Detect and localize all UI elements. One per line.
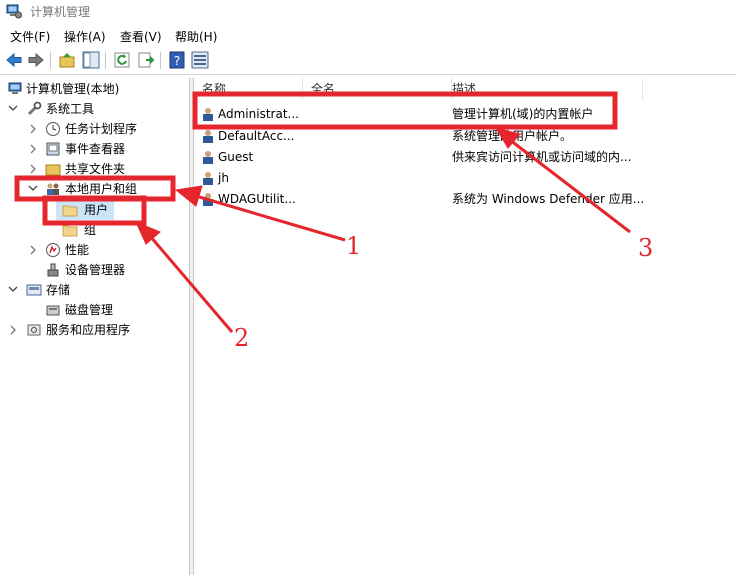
table-row[interactable]: DefaultAcc... 系统管理的用户帐户。 bbox=[194, 126, 736, 146]
tree-label: 存储 bbox=[46, 283, 71, 297]
table-row[interactable]: jh bbox=[194, 168, 736, 188]
chevron-right-icon[interactable] bbox=[28, 139, 38, 159]
column-header-fullname[interactable]: 全名 bbox=[303, 78, 452, 100]
performance-icon bbox=[46, 243, 60, 257]
storage-icon bbox=[26, 284, 42, 296]
computer-management-icon bbox=[8, 82, 22, 94]
tree-label: 组 bbox=[84, 223, 97, 237]
toolbar-separator bbox=[50, 52, 51, 69]
user-name: Guest bbox=[218, 150, 254, 164]
tree-item-users[interactable]: 用户 bbox=[0, 200, 189, 220]
user-icon bbox=[203, 172, 213, 185]
tree-item-storage[interactable]: 存储 bbox=[0, 280, 189, 300]
console-tree-icon[interactable] bbox=[191, 51, 209, 69]
toolbar: ? bbox=[0, 48, 736, 75]
tree-item-performance[interactable]: 性能 bbox=[0, 240, 189, 260]
disk-management-icon bbox=[46, 305, 60, 316]
user-name: DefaultAcc... bbox=[218, 129, 295, 143]
tree-item-groups[interactable]: 组 bbox=[0, 220, 189, 240]
user-name: WDAGUtilit... bbox=[218, 192, 296, 206]
chevron-down-icon[interactable] bbox=[8, 99, 18, 119]
annotation-label-3: 3 bbox=[638, 234, 654, 262]
forward-arrow-icon[interactable] bbox=[27, 51, 45, 69]
tools-icon bbox=[27, 101, 42, 116]
tree-item-event-viewer[interactable]: 事件查看器 bbox=[0, 139, 189, 159]
folder-icon bbox=[62, 205, 78, 217]
user-description: 供来宾访问计算机或访问域的内... bbox=[452, 150, 632, 164]
user-name: jh bbox=[218, 171, 229, 185]
tree-item-task-scheduler[interactable]: 任务计划程序 bbox=[0, 119, 189, 139]
tree-label: 计算机管理(本地) bbox=[26, 82, 120, 96]
table-row[interactable]: Guest 供来宾访问计算机或访问域的内... bbox=[194, 147, 736, 167]
users-list: 名称 全名 描述 Administrat... 管理计算机(域)的内置帐户 De… bbox=[194, 78, 736, 575]
help-icon[interactable]: ? bbox=[168, 51, 186, 69]
tree-label: 任务计划程序 bbox=[65, 122, 138, 136]
annotation-label-2: 2 bbox=[234, 324, 250, 352]
user-description: 系统为 Windows Defender 应用... bbox=[452, 192, 645, 206]
tree-item-local-users-groups[interactable]: 本地用户和组 bbox=[0, 179, 189, 199]
export-list-icon[interactable] bbox=[137, 51, 155, 69]
services-icon bbox=[27, 324, 41, 336]
tree-item-shared-folders[interactable]: 共享文件夹 bbox=[0, 159, 189, 179]
menu-bar: 文件(F) 操作(A) 查看(V) 帮助(H) bbox=[0, 26, 736, 46]
tree-item-computer-management[interactable]: 计算机管理(本地) bbox=[0, 79, 189, 99]
clock-icon bbox=[46, 122, 60, 136]
show-hide-tree-icon[interactable] bbox=[82, 51, 100, 69]
chevron-right-icon[interactable] bbox=[28, 119, 38, 139]
tree-item-device-manager[interactable]: 设备管理器 bbox=[0, 260, 189, 280]
title-bar: 计算机管理 bbox=[0, 0, 736, 22]
window-title: 计算机管理 bbox=[30, 5, 91, 19]
svg-text:?: ? bbox=[174, 54, 180, 68]
column-header-description[interactable]: 描述 bbox=[452, 78, 643, 100]
device-manager-icon bbox=[47, 263, 59, 277]
table-row[interactable]: Administrat... 管理计算机(域)的内置帐户 bbox=[194, 104, 736, 124]
user-description: 管理计算机(域)的内置帐户 bbox=[452, 107, 594, 121]
menu-help[interactable]: 帮助(H) bbox=[175, 28, 217, 45]
back-arrow-icon[interactable] bbox=[5, 51, 23, 69]
toolbar-separator bbox=[160, 52, 161, 69]
tree-label: 本地用户和组 bbox=[65, 182, 138, 196]
refresh-icon[interactable] bbox=[113, 51, 131, 69]
tree-label: 共享文件夹 bbox=[65, 162, 126, 176]
table-row[interactable]: WDAGUtilit... 系统为 Windows Defender 应用... bbox=[194, 189, 736, 209]
user-icon bbox=[203, 193, 213, 206]
shared-folder-icon bbox=[45, 164, 61, 176]
menu-action[interactable]: 操作(A) bbox=[64, 28, 106, 45]
tree-label: 服务和应用程序 bbox=[46, 323, 131, 337]
users-group-icon bbox=[47, 183, 59, 195]
tree-label: 性能 bbox=[65, 243, 90, 257]
user-icon bbox=[203, 151, 213, 164]
tree-item-system-tools[interactable]: 系统工具 bbox=[0, 99, 189, 119]
chevron-right-icon[interactable] bbox=[8, 320, 18, 340]
up-folder-icon[interactable] bbox=[58, 51, 76, 69]
user-description: 系统管理的用户帐户。 bbox=[452, 129, 573, 143]
tree-label: 事件查看器 bbox=[65, 142, 126, 156]
event-viewer-icon bbox=[46, 142, 60, 156]
chevron-down-icon[interactable] bbox=[8, 280, 18, 300]
chevron-right-icon[interactable] bbox=[28, 240, 38, 260]
folder-icon bbox=[62, 225, 78, 237]
column-header-name[interactable]: 名称 bbox=[194, 78, 303, 100]
annotation-label-1: 1 bbox=[346, 232, 362, 260]
user-icon bbox=[203, 130, 213, 143]
tree-item-disk-management[interactable]: 磁盘管理 bbox=[0, 300, 189, 320]
tree-label: 系统工具 bbox=[46, 102, 95, 116]
tree-label: 设备管理器 bbox=[65, 263, 126, 277]
menu-file[interactable]: 文件(F) bbox=[10, 28, 50, 45]
computer-management-icon bbox=[6, 4, 22, 19]
tree-label: 磁盘管理 bbox=[65, 303, 114, 317]
user-name: Administrat... bbox=[218, 107, 299, 121]
menu-view[interactable]: 查看(V) bbox=[120, 28, 162, 45]
chevron-right-icon[interactable] bbox=[28, 159, 38, 179]
tree-label: 用户 bbox=[84, 203, 109, 217]
chevron-down-icon[interactable] bbox=[28, 179, 38, 199]
user-icon bbox=[203, 108, 213, 121]
toolbar-separator bbox=[105, 52, 106, 69]
tree-item-services-apps[interactable]: 服务和应用程序 bbox=[0, 320, 189, 340]
